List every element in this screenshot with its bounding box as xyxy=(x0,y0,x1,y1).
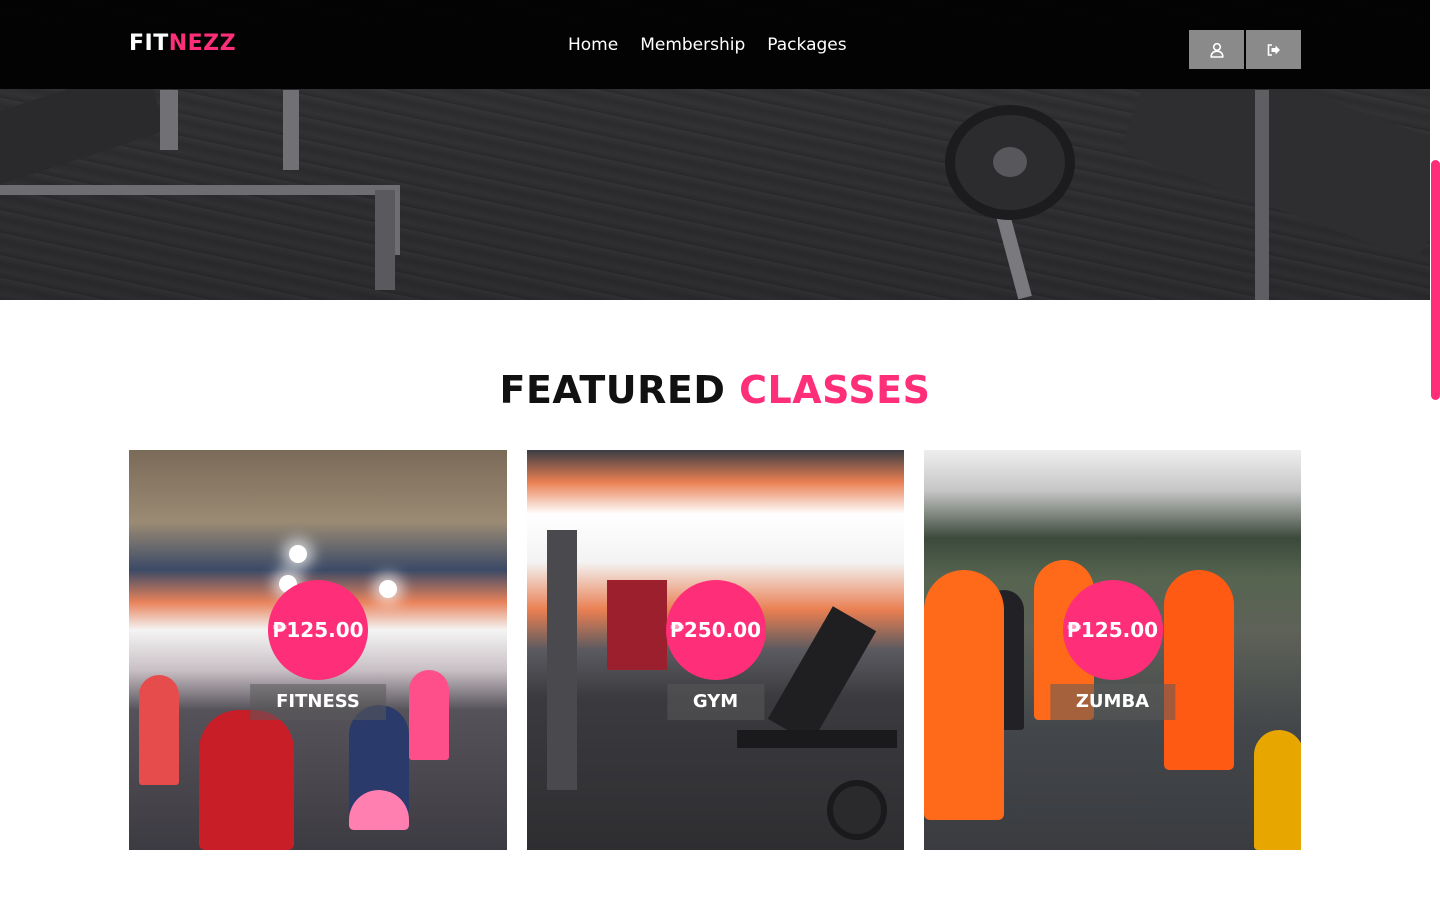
page-scrollbar-thumb[interactable] xyxy=(1431,160,1440,400)
page-scrollbar-track[interactable] xyxy=(1430,0,1440,900)
class-card-gym[interactable]: ₱250.00 GYM xyxy=(527,450,904,850)
class-name-label: FITNESS xyxy=(250,684,386,720)
class-price-badge: ₱125.00 xyxy=(1062,580,1163,680)
featured-classes-heading: FEATURED CLASSES xyxy=(0,366,1430,414)
heading-word-featured: FEATURED xyxy=(499,368,726,412)
heading-word-classes: CLASSES xyxy=(739,368,931,412)
class-name-label: ZUMBA xyxy=(1049,684,1176,720)
logout-button[interactable] xyxy=(1246,30,1301,69)
user-icon xyxy=(1209,42,1225,58)
class-card-fitness[interactable]: ₱125.00 FITNESS xyxy=(129,450,507,850)
nav-links: Home Membership Packages xyxy=(568,34,847,56)
top-navbar: FITNEZZ Home Membership Packages xyxy=(0,0,1440,89)
sign-out-icon xyxy=(1266,42,1282,58)
class-card-zumba[interactable]: ₱125.00 ZUMBA xyxy=(924,450,1301,850)
class-price-badge: ₱125.00 xyxy=(268,580,368,680)
class-price-badge: ₱250.00 xyxy=(665,580,766,680)
nav-link-home[interactable]: Home xyxy=(568,34,618,56)
brand-logo-part1: FIT xyxy=(129,31,169,56)
brand-logo-part2: NEZZ xyxy=(168,31,237,56)
nav-link-packages[interactable]: Packages xyxy=(767,34,846,56)
account-button[interactable] xyxy=(1189,30,1244,69)
class-name-label: GYM xyxy=(666,684,765,720)
nav-link-membership[interactable]: Membership xyxy=(640,34,745,56)
brand-logo[interactable]: FITNEZZ xyxy=(129,31,236,57)
